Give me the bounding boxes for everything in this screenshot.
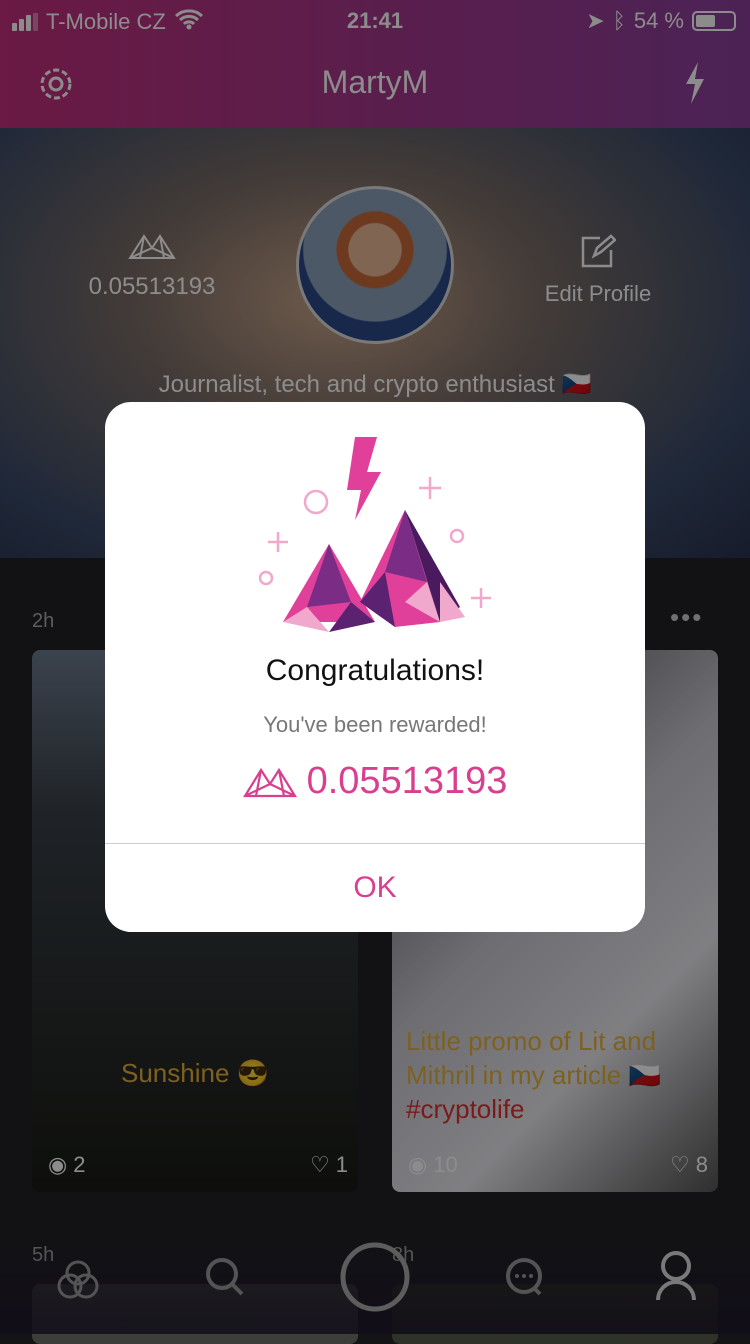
mithril-icon	[242, 767, 297, 797]
dialog-title: Congratulations!	[265, 654, 485, 687]
reward-illustration	[258, 437, 491, 632]
dialog-subtitle: You've been rewarded!	[263, 712, 487, 737]
reward-amount: 0.05513193	[105, 760, 645, 803]
lightning-icon	[347, 437, 381, 520]
reward-dialog: Congratulations! You've been rewarded! 0…	[105, 402, 645, 932]
reward-value: 0.05513193	[306, 760, 508, 802]
ok-button[interactable]: OK	[105, 844, 645, 932]
